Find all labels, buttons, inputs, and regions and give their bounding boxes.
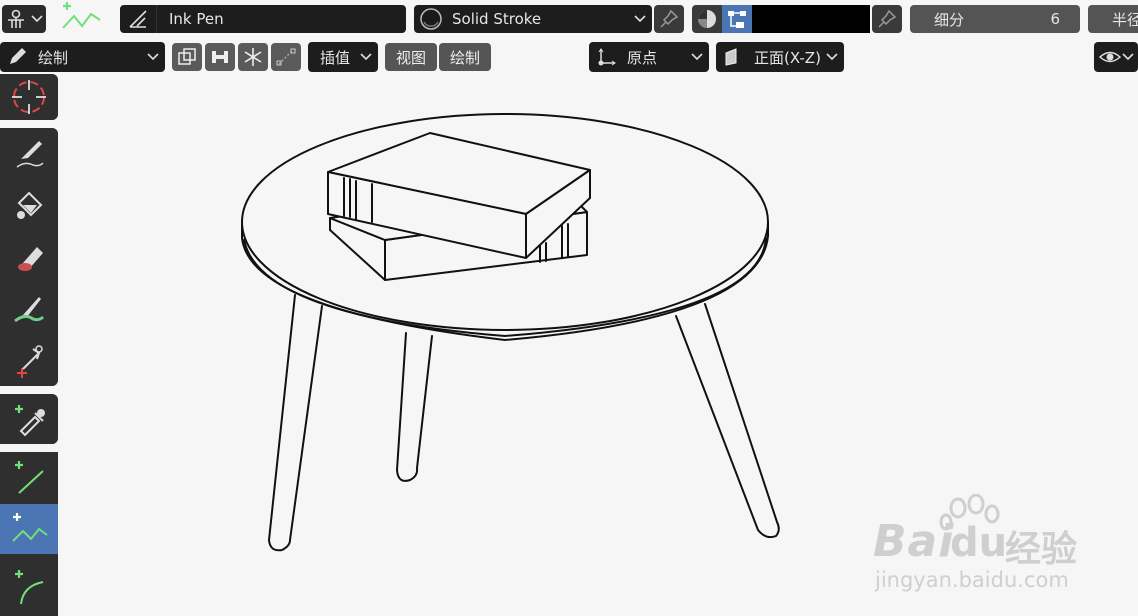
cursor-tool[interactable] <box>0 74 58 120</box>
cutter-tool[interactable] <box>0 336 58 386</box>
arc-tool[interactable] <box>0 556 58 616</box>
tint-tool[interactable] <box>0 284 58 334</box>
cursor-icon <box>12 80 46 114</box>
tool-group-eyedropper <box>0 394 58 444</box>
draw-pencil-icon <box>16 141 44 168</box>
erase-tool[interactable] <box>0 232 58 282</box>
arc-icon <box>15 570 44 605</box>
line-icon <box>15 461 44 494</box>
fill-bucket-icon <box>17 191 43 219</box>
watermark-url: jingyan.baidu.com <box>875 568 1069 592</box>
fill-tool[interactable] <box>0 180 58 230</box>
watermark-brand2: du <box>950 520 1007 566</box>
polyline-tool[interactable] <box>0 504 58 554</box>
table-leg <box>396 332 433 482</box>
watermark-brand2-text: du <box>950 520 1008 566</box>
watermark-url-text: jingyan.baidu.com <box>875 568 1069 592</box>
table-leg <box>675 303 780 539</box>
erase-icon <box>18 247 43 271</box>
watermark-suffix-text: 经验 <box>1005 529 1078 570</box>
draw-tool[interactable] <box>0 128 58 178</box>
table-leg <box>268 294 323 552</box>
tool-group-draw <box>0 128 58 386</box>
tool-group-primitives <box>0 452 58 616</box>
eyedropper-icon <box>15 405 45 437</box>
cutter-icon <box>17 345 43 378</box>
eyedropper-tool[interactable] <box>0 394 58 444</box>
polyline-icon <box>12 513 48 542</box>
line-tool[interactable] <box>0 452 58 502</box>
tint-brush-icon <box>14 297 45 323</box>
tool-group-cursor <box>0 74 58 120</box>
watermark-suffix: 经验 <box>1005 520 1077 572</box>
